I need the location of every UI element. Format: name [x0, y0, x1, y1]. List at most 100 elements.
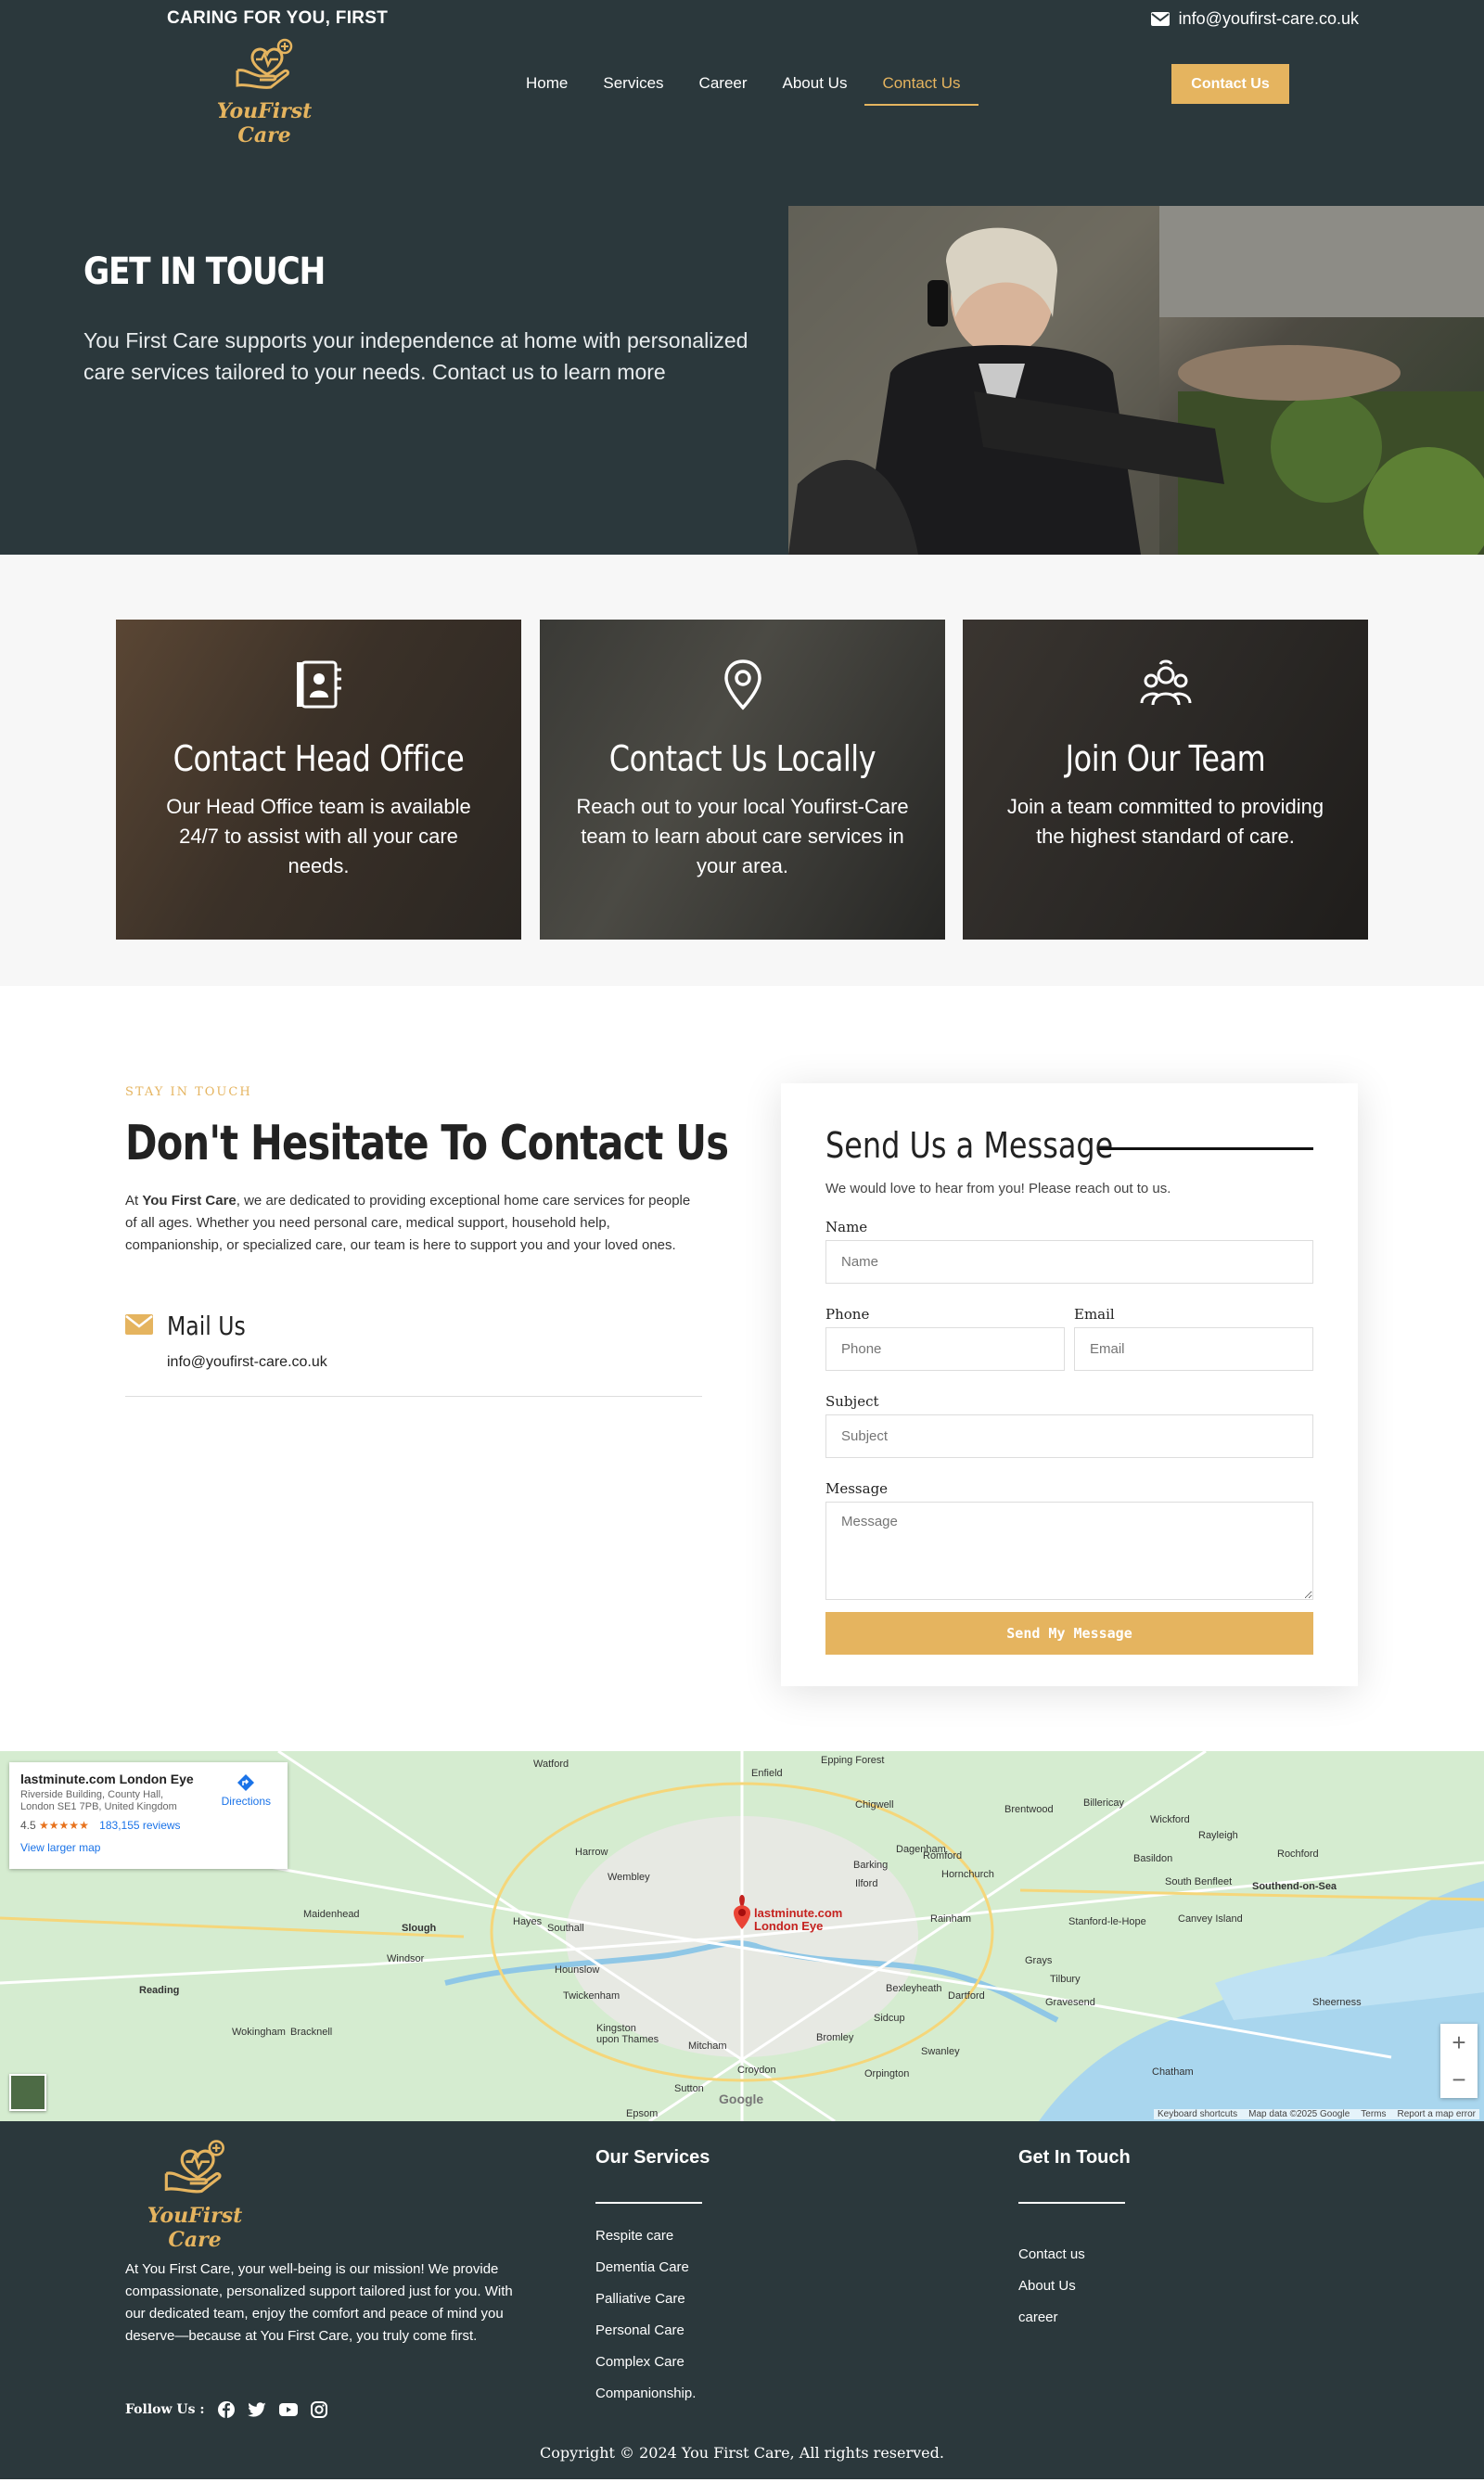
logo-hand-heart-icon: [164, 2140, 224, 2194]
map-label: Hounslow: [555, 1964, 600, 1976]
mail-us-email[interactable]: info@youfirst-care.co.uk: [167, 1354, 327, 1371]
footer: YouFirst Care At You First Care, your we…: [0, 2121, 1484, 2479]
footer-about: At You First Care, your well-being is ou…: [125, 2261, 513, 2344]
twitter-icon[interactable]: [247, 2401, 266, 2418]
contact-section: STAY IN TOUCH Don't Hesitate To Contact …: [0, 986, 1484, 1751]
footer-link-personal[interactable]: Personal Care: [595, 2315, 710, 2347]
map-label: Bexleyheath: [886, 1983, 942, 1994]
satellite-toggle[interactable]: [9, 2074, 46, 2111]
top-email[interactable]: info@youfirst-care.co.uk: [1150, 9, 1359, 29]
nav-contact-us[interactable]: Contact Us: [864, 70, 979, 106]
name-input[interactable]: [825, 1240, 1313, 1284]
report-map-error-link[interactable]: Report a map error: [1398, 2109, 1476, 2119]
map-data-text: Map data ©2025 Google: [1248, 2109, 1350, 2119]
logo[interactable]: YouFirst Care: [190, 37, 339, 147]
footer-link-about[interactable]: About Us: [1018, 2271, 1131, 2302]
form-title-rule: [1098, 1147, 1313, 1150]
intro-brand: You First Care: [142, 1193, 237, 1209]
phone-input[interactable]: [825, 1327, 1065, 1371]
directions-label: Directions: [221, 1795, 271, 1808]
reviews-link[interactable]: 183,155 reviews: [99, 1819, 180, 1832]
map-label: Maidenhead: [303, 1909, 360, 1920]
hero-title: GET IN TOUCH: [83, 250, 326, 293]
footer-get-in-touch: Get In Touch Contact us About Us career: [1018, 2147, 1131, 2334]
nav-career[interactable]: Career: [682, 70, 765, 106]
marker-label-line1: lastminute.com: [754, 1906, 843, 1920]
rating-stars: ★★★★★: [39, 1819, 89, 1832]
zoom-out-button[interactable]: −: [1440, 2061, 1478, 2098]
keyboard-shortcuts-link[interactable]: Keyboard shortcuts: [1158, 2109, 1237, 2119]
send-message-button[interactable]: Send My Message: [825, 1612, 1313, 1655]
card-title: Contact Head Office: [173, 738, 465, 779]
contact-intro: At You First Care, we are dedicated to p…: [125, 1190, 700, 1257]
contact-us-button[interactable]: Contact Us: [1171, 64, 1289, 104]
card-locally[interactable]: Contact Us Locally Reach out to your loc…: [540, 620, 945, 940]
facebook-icon[interactable]: [217, 2401, 235, 2418]
map-label: Bracknell: [290, 2027, 333, 2038]
map-label: Rayleigh: [1198, 1830, 1238, 1841]
zoom-in-button[interactable]: +: [1440, 2024, 1478, 2061]
view-larger-map-link[interactable]: View larger map: [20, 1841, 276, 1854]
map-label: Twickenham: [563, 1990, 620, 2002]
map-label: Windsor: [387, 1953, 425, 1964]
footer-services-title: Our Services: [595, 2147, 710, 2168]
map-marker-label[interactable]: lastminute.com London Eye: [754, 1907, 842, 1933]
name-label: Name: [825, 1219, 868, 1235]
map-label: Rochford: [1277, 1849, 1319, 1860]
map-label: Wembley: [608, 1872, 650, 1883]
youtube-icon[interactable]: [278, 2403, 298, 2416]
map-embed[interactable]: Watford Enfield Epping Forest Chigwell B…: [0, 1751, 1484, 2121]
logo-hand-heart-icon: [236, 38, 293, 89]
map-label: Slough: [402, 1923, 437, 1934]
map-label: Enfield: [751, 1768, 783, 1779]
marker-label-line2: London Eye: [754, 1919, 824, 1933]
intro-prefix: At: [125, 1193, 143, 1209]
map-label: Southend-on-Sea: [1252, 1881, 1337, 1892]
team-icon: [1140, 659, 1191, 706]
map-label: Chatham: [1152, 2066, 1194, 2078]
footer-link-palliative[interactable]: Palliative Care: [595, 2284, 710, 2315]
form-title: Send Us a Message: [825, 1125, 1114, 1166]
map-label: Rainham: [930, 1913, 972, 1925]
map-label: Epping Forest: [821, 1755, 885, 1766]
copyright: Copyright © 2024 You First Care, All rig…: [540, 2444, 944, 2462]
eyebrow: STAY IN TOUCH: [125, 1085, 252, 1099]
contact-form: Send Us a Message We would love to hear …: [781, 1083, 1358, 1686]
footer-services: Our Services Respite care Dementia Care …: [595, 2147, 710, 2410]
map-label: Swanley: [921, 2046, 960, 2057]
footer-link-dementia[interactable]: Dementia Care: [595, 2252, 710, 2284]
card-head-office[interactable]: Contact Head Office Our Head Office team…: [116, 620, 521, 940]
instagram-icon[interactable]: [310, 2401, 327, 2418]
map-label: Orpington: [864, 2068, 910, 2079]
map-label: Croydon: [737, 2065, 776, 2076]
place-address: Riverside Building, County Hall, London …: [20, 1789, 177, 1812]
map-label: Hornchurch: [941, 1869, 994, 1880]
footer-link-complex[interactable]: Complex Care: [595, 2347, 710, 2378]
nav-services[interactable]: Services: [585, 70, 681, 106]
mail-us-title: Mail Us: [167, 1311, 246, 1341]
message-textarea[interactable]: [825, 1502, 1313, 1600]
footer-link-respite[interactable]: Respite care: [595, 2220, 710, 2252]
place-info-card: lastminute.com London Eye Riverside Buil…: [9, 1762, 288, 1869]
footer-link-contact[interactable]: Contact us: [1018, 2239, 1131, 2271]
map-pin-icon: [723, 659, 761, 710]
envelope-icon: [1150, 12, 1170, 26]
subject-input[interactable]: [825, 1414, 1313, 1458]
footer-link-career[interactable]: career: [1018, 2302, 1131, 2334]
follow-us: Follow Us :: [125, 2401, 327, 2418]
nav-about-us[interactable]: About Us: [765, 70, 865, 106]
map-footer-links: Keyboard shortcuts Map data ©2025 Google…: [1153, 2109, 1479, 2119]
map-label: Wickford: [1150, 1814, 1190, 1825]
header: CARING FOR YOU, FIRST info@youfirst-care…: [0, 0, 1484, 555]
terms-link[interactable]: Terms: [1361, 2109, 1386, 2119]
map-label: Dartford: [948, 1990, 985, 2002]
footer-logo[interactable]: YouFirst Care: [125, 2138, 264, 2252]
nav-home[interactable]: Home: [508, 70, 585, 106]
directions-button[interactable]: Directions: [222, 1773, 271, 1808]
email-input[interactable]: [1074, 1327, 1313, 1371]
subject-label: Subject: [825, 1393, 879, 1410]
card-join-team[interactable]: Join Our Team Join a team committed to p…: [963, 620, 1368, 940]
contact-book-icon: [296, 660, 341, 709]
footer-link-companionship[interactable]: Companionship.: [595, 2378, 710, 2410]
contact-options: Contact Head Office Our Head Office team…: [0, 555, 1484, 986]
